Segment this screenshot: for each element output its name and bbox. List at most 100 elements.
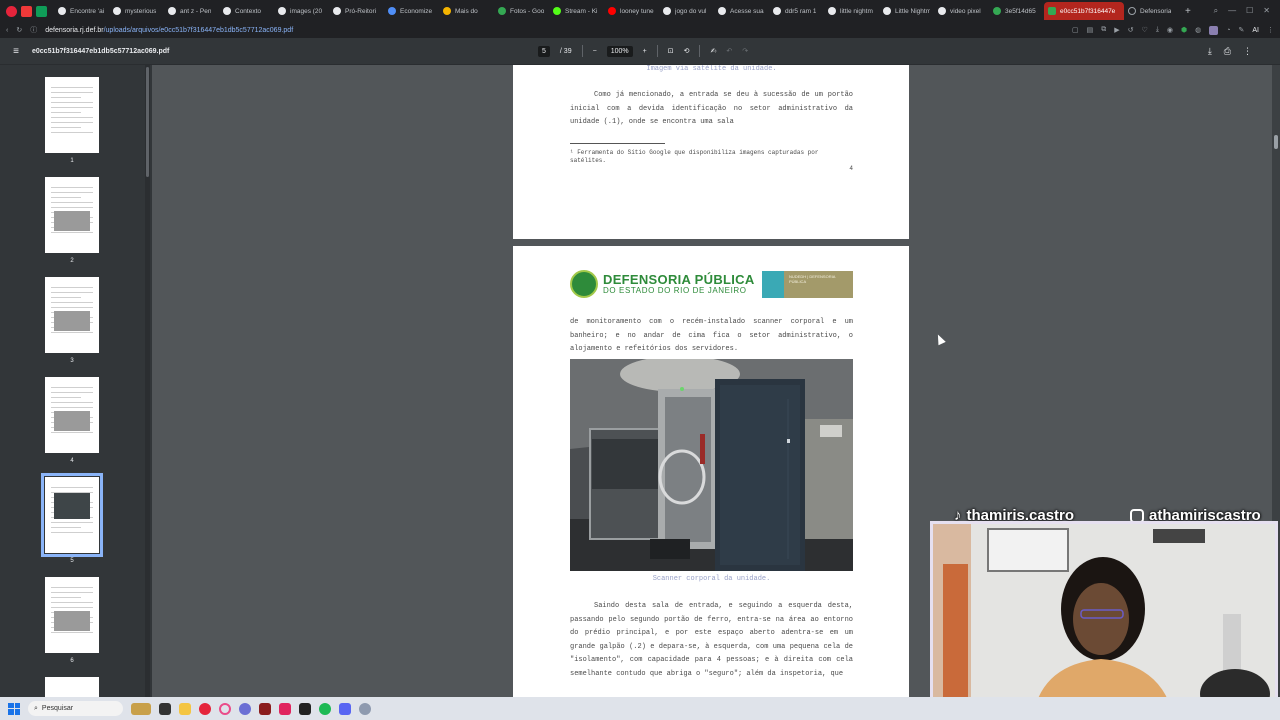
discord-taskbar-icon[interactable]	[339, 702, 351, 715]
page-thumbnail[interactable]	[45, 277, 99, 353]
browser-tab[interactable]: Economize	[384, 2, 439, 20]
chat-icon[interactable]: ◔	[1226, 27, 1230, 34]
app-taskbar-icon[interactable]	[239, 702, 251, 715]
page-thumbnail[interactable]	[45, 77, 99, 153]
browser-tab[interactable]: Encontre 'ai	[54, 2, 109, 20]
tab-label: jogo do vul	[675, 7, 707, 15]
tab-label: looney tune	[620, 7, 654, 15]
site-info-icon[interactable]: ⓘ	[30, 25, 37, 35]
browser-tab[interactable]: images (20	[274, 2, 329, 20]
editor-taskbar-icon[interactable]	[279, 702, 291, 715]
page-thumbnail[interactable]	[45, 377, 99, 453]
browser-taskbar-icon[interactable]	[219, 702, 231, 715]
download-icon[interactable]: ⤓	[1208, 46, 1212, 57]
total-pages: / 39	[559, 47, 572, 55]
bookmark-panel-icon[interactable]: ▤	[1087, 26, 1094, 34]
opera-icon[interactable]	[6, 5, 17, 17]
browser-tab[interactable]: looney tune	[604, 2, 659, 20]
back-icon[interactable]: ‹	[6, 27, 8, 34]
task-view-icon[interactable]	[159, 702, 171, 715]
thumbnail-sidebar: 1 2 3 4 5 6	[0, 65, 152, 697]
scroll-thumb[interactable]	[1274, 135, 1278, 149]
download-icon[interactable]: ⤓	[1156, 26, 1159, 34]
sync-icon[interactable]: ↺	[1128, 26, 1134, 34]
tab-favicon-icon	[938, 7, 946, 15]
browser-tab[interactable]: Acesse sua	[714, 2, 769, 20]
rotate-icon[interactable]: ⟲	[684, 47, 690, 55]
widget-icon[interactable]	[131, 702, 151, 715]
screenshot-icon[interactable]: ⧉	[1101, 26, 1106, 34]
settings-taskbar-icon[interactable]	[359, 702, 371, 715]
browser-tab[interactable]: ddr5 ram 1	[769, 2, 824, 20]
menu-icon[interactable]: ⋮	[1267, 26, 1274, 34]
tab-favicon-icon	[443, 7, 451, 15]
annotate-icon[interactable]: ✍	[710, 47, 716, 55]
opera-taskbar-icon[interactable]	[199, 702, 211, 715]
tab-label: Mais do	[455, 7, 478, 15]
tab-label: Defensoria	[1140, 7, 1172, 15]
url-field[interactable]: defensoria.rj.def.br/uploads/arquivos/e0…	[45, 27, 293, 34]
print-icon[interactable]: ⎙	[1224, 46, 1231, 57]
zoom-out-icon[interactable]: −	[593, 48, 597, 55]
camera-icon[interactable]: ◉	[1167, 26, 1173, 34]
windows-start-icon[interactable]	[8, 702, 20, 715]
capcut-taskbar-icon[interactable]	[299, 702, 311, 715]
browser-tab[interactable]: ant z - Pen	[164, 2, 219, 20]
browser-tab[interactable]: Contexto	[219, 2, 274, 20]
taskbar-search[interactable]: ⌕ Pesquisar	[28, 701, 123, 716]
browser-tab[interactable]: Fotos - Goo	[494, 2, 549, 20]
fit-page-icon[interactable]: ⊡	[668, 47, 674, 55]
tab-defensoria[interactable]: Defensoria	[1124, 2, 1179, 20]
vivaldi-icon[interactable]	[21, 5, 32, 17]
wallet-icon[interactable]: ◍	[1195, 26, 1201, 34]
undo-icon[interactable]: ↶	[726, 47, 732, 55]
extension-icon[interactable]: ▢	[1072, 26, 1079, 34]
browser-tab[interactable]: Little Nightm	[879, 2, 934, 20]
search-tabs-icon[interactable]: ⌕	[1214, 6, 1218, 16]
browser-tab[interactable]: little nightm	[824, 2, 879, 20]
browser-tab[interactable]: mysterious	[109, 2, 164, 20]
page-thumbnail[interactable]	[45, 677, 99, 697]
browser-tab[interactable]: 3e5f14d65	[989, 2, 1044, 20]
tab-favicon-icon	[168, 7, 176, 15]
browser-tab[interactable]: Mais do	[439, 2, 494, 20]
page-thumbnail[interactable]	[45, 177, 99, 253]
hamburger-menu-icon[interactable]: ≡	[0, 46, 32, 57]
maximize-icon[interactable]: ☐	[1246, 6, 1253, 16]
ai-button[interactable]: AI	[1252, 27, 1259, 34]
tab-active-pdf[interactable]: e0cc51b7f316447e	[1044, 2, 1124, 20]
zoom-in-icon[interactable]: +	[643, 48, 647, 55]
scroll-thumb[interactable]	[146, 67, 149, 177]
video-taskbar-icon[interactable]	[259, 702, 271, 715]
play-icon[interactable]: ▶	[1114, 26, 1119, 34]
file-explorer-icon[interactable]	[179, 702, 191, 715]
profile-icon[interactable]	[1209, 25, 1219, 35]
thumbnail-text-line	[51, 597, 81, 598]
zoom-input[interactable]: 100%	[606, 45, 633, 57]
browser-tab[interactable]: Stream - Ki	[549, 2, 604, 20]
close-icon[interactable]: ✕	[1263, 6, 1270, 16]
more-options-icon[interactable]: ⋮	[1243, 46, 1252, 57]
browser-tab[interactable]: jogo do vul	[659, 2, 714, 20]
thumbnail-text-line	[51, 432, 93, 433]
thumbnail-text-line	[51, 192, 93, 193]
vpn-icon[interactable]: ⬢	[1181, 26, 1187, 34]
redo-icon[interactable]: ↷	[742, 47, 748, 55]
page-number-input[interactable]: 5	[538, 45, 550, 57]
spotify-taskbar-icon[interactable]	[319, 702, 331, 715]
reload-icon[interactable]: ↻	[16, 26, 22, 34]
thumbnail-text-line	[51, 592, 93, 593]
minimize-icon[interactable]: —	[1228, 6, 1236, 16]
thumbnail-text-line	[51, 407, 93, 408]
toolbar-divider	[656, 45, 658, 57]
heart-icon[interactable]: ♡	[1142, 26, 1148, 34]
scanner-photo	[570, 359, 853, 571]
page-thumbnail[interactable]	[45, 577, 99, 653]
new-tab-button[interactable]: +	[1179, 6, 1197, 17]
pen-icon[interactable]: ✎	[1239, 26, 1245, 34]
browser-tab[interactable]: video pixel	[934, 2, 989, 20]
sheets-icon[interactable]	[36, 5, 47, 17]
browser-tab[interactable]: Pró-Reitori	[329, 2, 384, 20]
sidebar-scrollbar[interactable]	[145, 65, 150, 697]
page-thumbnail[interactable]	[41, 473, 103, 557]
